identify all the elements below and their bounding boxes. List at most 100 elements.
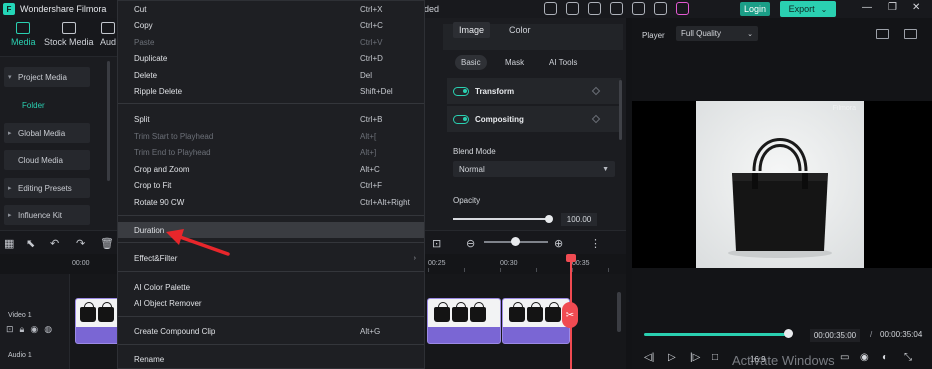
menu-item-create-compound-clip[interactable]: Create Compound Clip Alt+G: [118, 323, 424, 339]
menu-item-split[interactable]: Split Ctrl+B: [118, 111, 424, 127]
subtab-basic[interactable]: Basic: [455, 55, 487, 70]
camera-icon[interactable]: ◉: [860, 352, 869, 363]
menu-item-ai-object-remover[interactable]: AI Object Remover: [118, 295, 424, 311]
menu-item-crop-to-fit[interactable]: Crop to Fit Ctrl+F: [118, 177, 424, 193]
menu-item-cut[interactable]: Cut Ctrl+X: [118, 1, 424, 17]
menu-item-duplicate[interactable]: Duplicate Ctrl+D: [118, 50, 424, 66]
login-button[interactable]: Login: [740, 2, 770, 16]
redo-icon[interactable]: ↷: [76, 237, 85, 250]
menu-item-effect-filter[interactable]: Effect&Filter ›: [118, 250, 424, 266]
grid-apps-icon[interactable]: [654, 2, 667, 15]
menu-item-label: Crop and Zoom: [134, 164, 190, 174]
previous-frame-icon[interactable]: ◁|: [644, 352, 654, 363]
menu-separator: [118, 215, 424, 216]
play-icon[interactable]: ▷: [668, 352, 676, 363]
sidebar-item-global-media[interactable]: ▸ Global Media: [4, 123, 90, 143]
menu-item-delete[interactable]: Delete Del: [118, 67, 424, 83]
sidebar-item-influence-kit[interactable]: ▸ Influence Kit: [4, 205, 90, 225]
stop-icon[interactable]: □: [712, 352, 718, 363]
handbag-thumbnail: [452, 302, 468, 322]
lock-icon[interactable]: 🔒︎: [20, 324, 25, 335]
sidebar-item-cloud-media[interactable]: Cloud Media: [4, 150, 90, 170]
menu-item-rename[interactable]: Rename: [118, 351, 424, 367]
menu-item-ai-color-palette[interactable]: AI Color Palette: [118, 279, 424, 295]
folder-icon[interactable]: ⊡: [6, 324, 14, 335]
video-clip[interactable]: [75, 298, 121, 344]
tab-audio[interactable]: Aud: [100, 22, 116, 47]
section-compositing[interactable]: Compositing: [447, 106, 621, 132]
media-tabs: Media Stock Media Aud: [0, 18, 117, 56]
layout-grid-icon[interactable]: ▦: [4, 237, 14, 250]
quality-select[interactable]: Full Quality ⌄: [676, 26, 758, 41]
keyframe-diamond-icon[interactable]: [591, 86, 601, 96]
timeline-scrollbar[interactable]: [617, 292, 621, 332]
menu-item-shortcut: Ctrl+D: [360, 53, 383, 63]
tab-stock-media[interactable]: Stock Media: [44, 22, 94, 47]
sidebar-item-editing-presets[interactable]: ▸ Editing Presets: [4, 178, 90, 198]
more-options-icon[interactable]: ⋮: [590, 237, 601, 250]
handbag-image: [696, 101, 864, 268]
app-title: Wondershare Filmora: [20, 4, 107, 14]
zoom-out-icon[interactable]: ⊖: [466, 237, 475, 250]
lightbulb-icon[interactable]: [610, 2, 623, 15]
compositing-toggle[interactable]: [453, 114, 469, 124]
transform-toggle[interactable]: [453, 86, 469, 96]
menu-item-copy[interactable]: Copy Ctrl+C: [118, 17, 424, 33]
select-tool-icon[interactable]: ⬉: [26, 237, 35, 250]
menu-separator: [118, 242, 424, 243]
tab-color[interactable]: Color: [509, 25, 531, 35]
cart-icon[interactable]: [676, 2, 689, 15]
fit-icon[interactable]: ⊡: [432, 237, 441, 250]
minimize-icon[interactable]: —: [862, 2, 872, 13]
cloud-upload-icon[interactable]: [588, 2, 601, 15]
gift-icon[interactable]: [544, 2, 557, 15]
video-clip[interactable]: [427, 298, 501, 344]
playback-progress-bar[interactable]: [644, 333, 788, 336]
keyframe-diamond-icon[interactable]: [591, 114, 601, 124]
sidebar-scrollbar[interactable]: [107, 61, 110, 181]
sidebar-item-label: Project Media: [18, 72, 67, 82]
opacity-slider-handle[interactable]: [545, 215, 553, 223]
opacity-input[interactable]: 100.00: [561, 213, 597, 226]
playhead-handle[interactable]: [566, 254, 576, 262]
player-label: Player: [642, 30, 665, 40]
preview-image: Filmora: [696, 101, 864, 268]
layout-icon[interactable]: [876, 29, 889, 39]
menu-item-duration[interactable]: Duration: [118, 222, 424, 238]
screen-icon[interactable]: ▭: [840, 352, 849, 363]
video-clip[interactable]: [502, 298, 570, 344]
playback-progress-handle[interactable]: [784, 329, 793, 338]
snapshot-image-icon[interactable]: [904, 29, 917, 39]
fullscreen-icon[interactable]: ⤡: [904, 352, 912, 363]
subtab-mask[interactable]: Mask: [505, 58, 524, 67]
maximize-icon[interactable]: ❐: [888, 2, 897, 13]
send-icon[interactable]: [566, 2, 579, 15]
menu-item-crop-and-zoom[interactable]: Crop and Zoom Alt+C: [118, 161, 424, 177]
sidebar-item-label: Cloud Media: [18, 155, 63, 165]
undo-icon[interactable]: ↶: [50, 237, 59, 250]
sidebar-item-folder[interactable]: Folder: [22, 101, 45, 110]
headset-icon[interactable]: [632, 2, 645, 15]
volume-icon[interactable]: ◐: [882, 352, 888, 363]
opacity-slider[interactable]: [453, 218, 549, 220]
sidebar-item-project-media[interactable]: ▾ Project Media: [4, 67, 90, 87]
menu-separator: [118, 271, 424, 272]
zoom-in-icon[interactable]: ⊕: [554, 237, 563, 250]
subtab-ai-tools[interactable]: AI Tools: [549, 58, 577, 67]
tab-media[interactable]: Media: [11, 22, 36, 47]
menu-item-ripple-delete[interactable]: Ripple Delete Shift+Del: [118, 83, 424, 99]
tab-image[interactable]: Image: [453, 22, 491, 38]
timeline-zoom-handle[interactable]: [511, 237, 520, 246]
section-transform[interactable]: Transform: [447, 78, 621, 104]
project-title-fragment: ded: [424, 4, 440, 14]
blend-mode-select[interactable]: Normal ▼: [453, 161, 615, 177]
mute-icon[interactable]: ◍: [44, 324, 52, 335]
close-icon[interactable]: ✕: [912, 2, 920, 13]
menu-item-rotate-90-cw[interactable]: Rotate 90 CW Ctrl+Alt+Right: [118, 194, 424, 210]
next-frame-icon[interactable]: |▷: [690, 352, 700, 363]
delete-icon[interactable]: 🗑: [100, 237, 114, 250]
property-scrollbar[interactable]: [619, 80, 622, 140]
scissors-icon[interactable]: ✂: [562, 302, 578, 328]
export-button[interactable]: Export ⌄: [780, 1, 836, 17]
eye-icon[interactable]: ◉: [30, 324, 38, 335]
